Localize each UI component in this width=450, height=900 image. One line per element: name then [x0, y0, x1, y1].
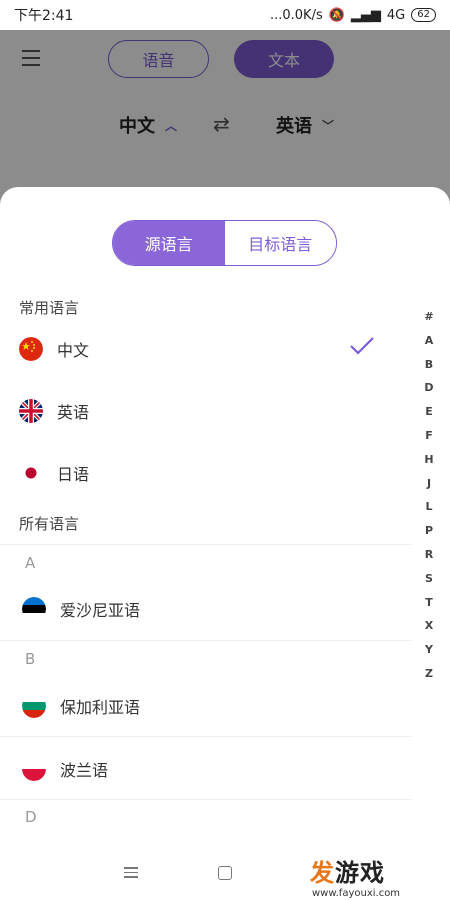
- checkmark-icon: [350, 337, 374, 355]
- index-letter[interactable]: S: [425, 567, 433, 591]
- index-letter[interactable]: E: [425, 400, 433, 424]
- index-letter[interactable]: A: [425, 329, 434, 353]
- group-header-b: B: [25, 650, 36, 668]
- japan-flag-icon: [19, 461, 43, 485]
- language-name: 日语: [57, 465, 90, 484]
- group-header-d: D: [25, 808, 37, 826]
- language-item-bulgarian[interactable]: 保加利亚语: [0, 675, 412, 737]
- index-letter[interactable]: R: [425, 543, 433, 567]
- battery-icon: 62: [411, 8, 436, 22]
- network-type: 4G: [386, 7, 406, 23]
- index-letter[interactable]: Y: [425, 638, 433, 662]
- language-name: 中文: [57, 341, 90, 360]
- index-letter[interactable]: T: [425, 591, 433, 615]
- language-picker-sheet: 源语言 目标语言 常用语言 中文 英语 日语 所有语言 A 爱沙尼亚语 B 保加…: [0, 187, 450, 900]
- index-letter[interactable]: L: [425, 495, 432, 519]
- all-languages-heading: 所有语言: [19, 515, 80, 533]
- divider: [0, 799, 412, 800]
- bulgaria-flag-icon: [22, 694, 46, 718]
- divider: [0, 736, 412, 737]
- mute-icon: 🔕: [328, 7, 345, 23]
- divider: [0, 640, 412, 641]
- language-name: 波兰语: [60, 761, 109, 780]
- language-item-japanese[interactable]: 日语: [0, 443, 410, 503]
- index-letter[interactable]: X: [425, 614, 433, 638]
- index-letter[interactable]: F: [425, 424, 433, 448]
- status-bar: 下午2:41 ...0.0K/s 🔕 ▂▄▆ 4G 62: [0, 0, 450, 30]
- recents-icon[interactable]: [124, 867, 138, 881]
- china-flag-icon: [19, 337, 43, 361]
- watermark-logo: 发游戏 www.fayouxi.com: [310, 853, 400, 899]
- index-letter[interactable]: B: [425, 353, 433, 377]
- language-item-polish[interactable]: 波兰语: [0, 738, 412, 800]
- poland-flag-icon: [22, 757, 46, 781]
- alphabet-index-bar[interactable]: # A B D E F H J L P R S T X Y Z: [418, 305, 440, 686]
- language-direction-toggle: 源语言 目标语言: [112, 220, 337, 266]
- signal-icon: ▂▄▆: [350, 7, 381, 23]
- watermark-brand-b: 游戏: [335, 859, 385, 887]
- source-language-tab[interactable]: 源语言: [113, 221, 225, 265]
- index-letter[interactable]: J: [427, 472, 431, 496]
- estonia-flag-icon: [22, 597, 46, 621]
- status-indicators: ...0.0K/s 🔕 ▂▄▆ 4G 62: [270, 8, 436, 23]
- target-language-tab[interactable]: 目标语言: [224, 221, 336, 265]
- watermark-brand-a: 发: [310, 859, 335, 887]
- language-item-estonian[interactable]: 爱沙尼亚语: [0, 578, 412, 640]
- language-name: 爱沙尼亚语: [60, 601, 141, 620]
- index-letter[interactable]: Z: [425, 662, 433, 686]
- group-header-a: A: [25, 554, 36, 572]
- uk-flag-icon: [19, 399, 43, 423]
- index-letter[interactable]: H: [424, 448, 433, 472]
- common-languages-heading: 常用语言: [19, 299, 80, 317]
- network-speed: ...0.0K/s: [269, 7, 323, 23]
- language-name: 保加利亚语: [60, 698, 141, 717]
- index-letter[interactable]: D: [424, 376, 433, 400]
- home-icon[interactable]: [218, 866, 232, 880]
- status-time: 下午2:41: [14, 8, 74, 24]
- divider: [0, 544, 412, 545]
- language-item-english[interactable]: 英语: [0, 381, 410, 441]
- system-navigation-bar: 发游戏 www.fayouxi.com: [0, 845, 450, 900]
- watermark-url: www.fayouxi.com: [312, 888, 401, 899]
- index-letter[interactable]: #: [424, 305, 433, 329]
- index-letter[interactable]: P: [425, 519, 433, 543]
- language-name: 英语: [57, 403, 90, 422]
- language-item-chinese[interactable]: 中文: [0, 319, 410, 379]
